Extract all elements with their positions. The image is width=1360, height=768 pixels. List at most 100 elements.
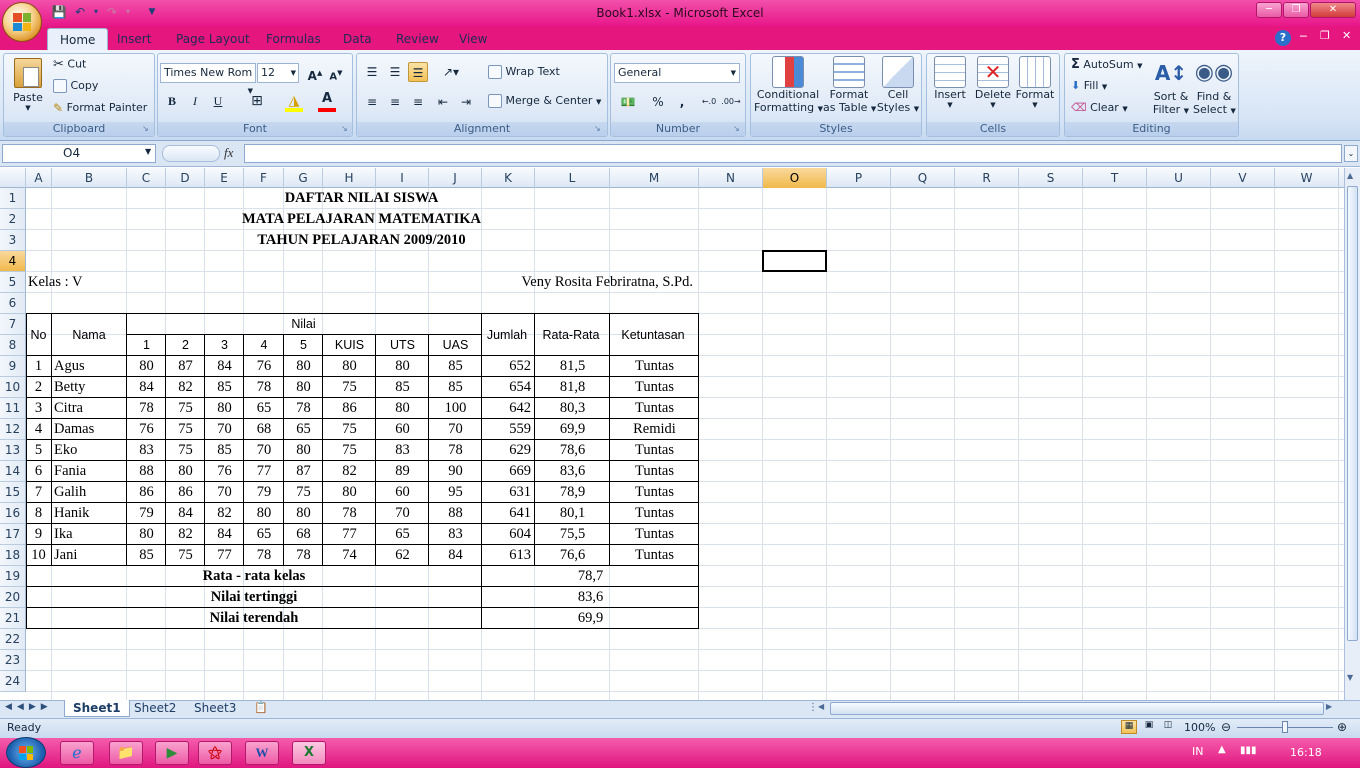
student-score[interactable]: 89 bbox=[376, 461, 429, 482]
row-header-14[interactable]: 14 bbox=[0, 461, 26, 482]
increase-decimal-icon[interactable]: ←.0 bbox=[698, 92, 720, 112]
student-score[interactable]: 60 bbox=[376, 419, 429, 440]
header-sub-4[interactable]: 4 bbox=[244, 335, 284, 356]
row-header-2[interactable]: 2 bbox=[0, 209, 26, 230]
student-score[interactable]: 78 bbox=[429, 440, 482, 461]
student-name[interactable]: Jani bbox=[52, 545, 127, 566]
student-score[interactable]: 75 bbox=[323, 419, 376, 440]
student-name[interactable]: Fania bbox=[52, 461, 127, 482]
language-indicator[interactable]: IN bbox=[1192, 745, 1203, 758]
align-middle-icon[interactable]: ☰ bbox=[385, 62, 405, 82]
autosum-button[interactable]: Σ AutoSum ▼ bbox=[1071, 57, 1143, 72]
student-name[interactable]: Betty bbox=[52, 377, 127, 398]
header-nilai[interactable]: Nilai bbox=[127, 314, 480, 335]
student-score[interactable]: 75 bbox=[323, 440, 376, 461]
format-as-table-button[interactable]: Format as Table ▼ bbox=[823, 56, 876, 114]
percent-button[interactable]: % bbox=[648, 92, 668, 112]
ribbon-close-icon[interactable]: ✕ bbox=[1342, 29, 1351, 42]
increase-indent-icon[interactable]: ⇥ bbox=[456, 92, 476, 112]
header-sub-uas[interactable]: UAS bbox=[429, 335, 482, 356]
active-cell-selection[interactable] bbox=[762, 250, 827, 272]
orientation-icon[interactable]: ↗▾ bbox=[437, 62, 465, 82]
student-score[interactable]: 77 bbox=[205, 545, 244, 566]
ribbon-minimize-icon[interactable]: ─ bbox=[1300, 30, 1307, 43]
formula-bar-splitter[interactable] bbox=[162, 145, 220, 162]
scroll-left-icon[interactable]: ◀ bbox=[818, 702, 824, 711]
summary-label[interactable]: Rata - rata kelas bbox=[26, 566, 482, 587]
scroll-right-icon[interactable]: ▶ bbox=[1326, 702, 1332, 711]
student-rata-rata[interactable]: 78,6 bbox=[535, 440, 610, 461]
student-score[interactable]: 80 bbox=[376, 356, 429, 377]
underline-button[interactable]: U bbox=[208, 91, 228, 111]
column-header-f[interactable]: F bbox=[244, 168, 284, 188]
student-score[interactable]: 82 bbox=[205, 503, 244, 524]
student-ketuntasan[interactable]: Tuntas bbox=[610, 356, 699, 377]
student-score[interactable]: 88 bbox=[127, 461, 166, 482]
summary-value[interactable]: 78,7 bbox=[482, 566, 699, 587]
page-break-view-icon[interactable]: ◫ bbox=[1160, 720, 1176, 734]
column-header-l[interactable]: L bbox=[535, 168, 610, 188]
currency-icon[interactable]: 💵 bbox=[615, 92, 641, 112]
student-name[interactable]: Galih bbox=[52, 482, 127, 503]
student-jumlah[interactable]: 629 bbox=[482, 440, 535, 461]
student-score[interactable]: 85 bbox=[205, 377, 244, 398]
name-box-dropdown-icon[interactable]: ▼ bbox=[145, 147, 151, 156]
student-score[interactable]: 80 bbox=[127, 524, 166, 545]
student-ketuntasan[interactable]: Tuntas bbox=[610, 377, 699, 398]
row-header-1[interactable]: 1 bbox=[0, 188, 26, 209]
conditional-formatting-button[interactable]: Conditional Formatting ▼ bbox=[754, 56, 823, 114]
vertical-scrollbar[interactable]: ▲ ▼ bbox=[1344, 168, 1360, 700]
student-score[interactable]: 83 bbox=[429, 524, 482, 545]
student-score[interactable]: 84 bbox=[205, 524, 244, 545]
undo-dropdown-icon[interactable]: ▾ bbox=[88, 4, 104, 20]
zoom-level[interactable]: 100% bbox=[1184, 721, 1215, 734]
student-score[interactable]: 65 bbox=[244, 398, 284, 419]
ribbon-restore-icon[interactable]: ❐ bbox=[1320, 29, 1330, 42]
column-header-j[interactable]: J bbox=[429, 168, 482, 188]
student-score[interactable]: 75 bbox=[284, 482, 323, 503]
tab-view[interactable]: View bbox=[447, 28, 499, 50]
student-score[interactable]: 70 bbox=[205, 419, 244, 440]
zoom-in-icon[interactable]: ⊕ bbox=[1337, 720, 1347, 734]
student-score[interactable]: 77 bbox=[244, 461, 284, 482]
italic-button[interactable]: I bbox=[185, 91, 205, 111]
student-ketuntasan[interactable]: Tuntas bbox=[610, 440, 699, 461]
zoom-out-icon[interactable]: ⊖ bbox=[1221, 720, 1231, 734]
zoom-slider-thumb[interactable] bbox=[1282, 721, 1288, 733]
media-player-icon[interactable]: ▶ bbox=[155, 741, 189, 765]
column-header-w[interactable]: W bbox=[1275, 168, 1339, 188]
student-score[interactable]: 68 bbox=[244, 419, 284, 440]
start-button[interactable] bbox=[6, 737, 46, 768]
tab-review[interactable]: Review bbox=[384, 28, 451, 50]
excel-taskbar-icon[interactable]: X bbox=[292, 741, 326, 765]
row-header-23[interactable]: 23 bbox=[0, 650, 26, 671]
column-header-t[interactable]: T bbox=[1083, 168, 1147, 188]
student-score[interactable]: 80 bbox=[284, 377, 323, 398]
student-no[interactable]: 2 bbox=[26, 377, 51, 398]
student-no[interactable]: 8 bbox=[26, 503, 51, 524]
student-name[interactable]: Agus bbox=[52, 356, 127, 377]
student-score[interactable]: 78 bbox=[284, 398, 323, 419]
formula-input[interactable] bbox=[244, 144, 1342, 163]
column-header-o[interactable]: O bbox=[763, 168, 827, 188]
font-size-box[interactable]: 12 ▼ bbox=[257, 63, 299, 83]
student-ketuntasan[interactable]: Remidi bbox=[610, 419, 699, 440]
student-score[interactable]: 76 bbox=[127, 419, 166, 440]
student-score[interactable]: 80 bbox=[323, 482, 376, 503]
word-icon[interactable]: W bbox=[245, 741, 279, 765]
row-header-3[interactable]: 3 bbox=[0, 230, 26, 251]
column-header-v[interactable]: V bbox=[1211, 168, 1275, 188]
scroll-up-icon[interactable]: ▲ bbox=[1347, 171, 1353, 180]
student-score[interactable]: 80 bbox=[376, 398, 429, 419]
student-rata-rata[interactable]: 83,6 bbox=[535, 461, 610, 482]
student-ketuntasan[interactable]: Tuntas bbox=[610, 461, 699, 482]
align-center-icon[interactable]: ≡ bbox=[385, 92, 405, 112]
row-header-20[interactable]: 20 bbox=[0, 587, 26, 608]
student-rata-rata[interactable]: 80,3 bbox=[535, 398, 610, 419]
student-score[interactable]: 78 bbox=[244, 545, 284, 566]
student-score[interactable]: 80 bbox=[166, 461, 205, 482]
sort-filter-button[interactable]: A↕ Sort & Filter ▼ bbox=[1150, 56, 1192, 116]
student-ketuntasan[interactable]: Tuntas bbox=[610, 482, 699, 503]
customize-qat-icon[interactable]: ▼ bbox=[144, 4, 160, 20]
sheet-tab-2[interactable]: Sheet2 bbox=[126, 700, 184, 717]
